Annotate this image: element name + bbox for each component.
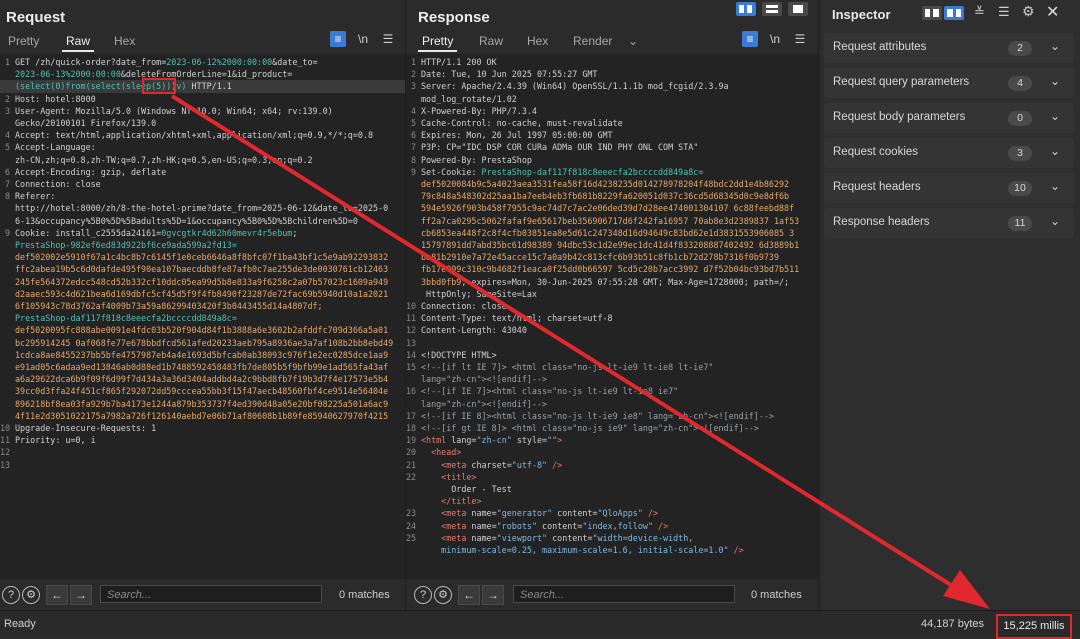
annotation-arrow [170, 94, 990, 609]
annotation-arrow-head [943, 570, 990, 609]
annotation-arrow-line [170, 94, 964, 594]
